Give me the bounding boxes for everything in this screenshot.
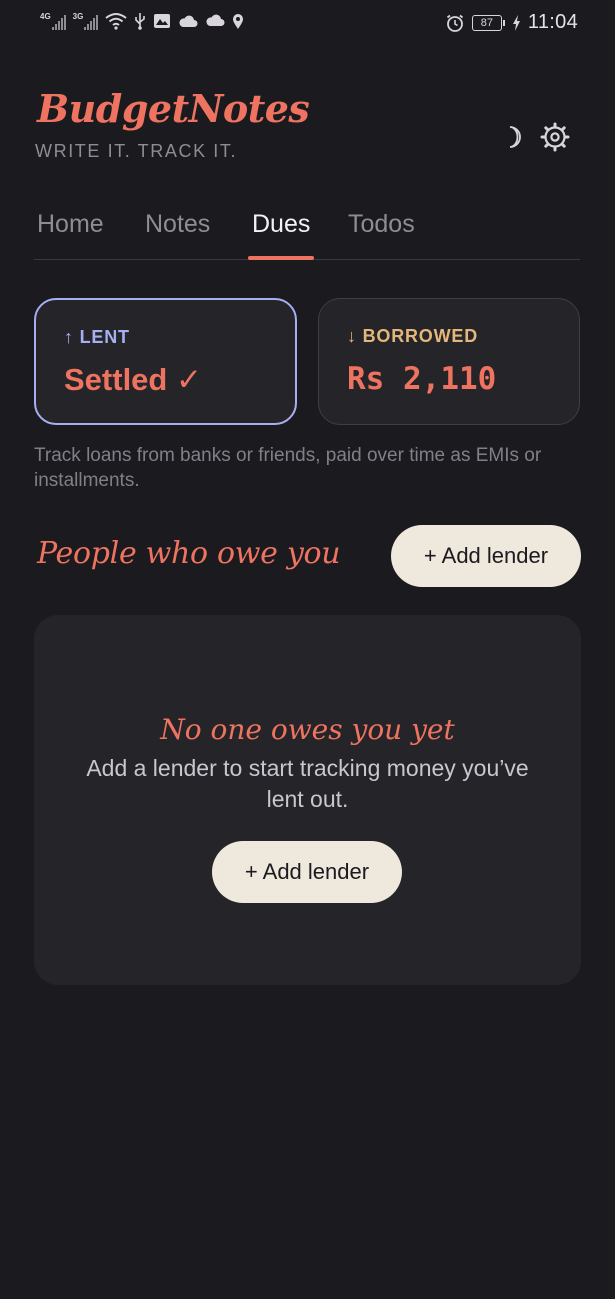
tab-notes[interactable]: Notes [145,210,210,239]
empty-state-title: No one owes you yet [160,713,455,746]
lent-summary-card[interactable]: ↑ LENT Settled ✓ [34,298,297,425]
gallery-icon [154,14,171,28]
app-title: BudgetNotes [37,86,310,131]
wifi-icon [105,13,127,30]
signal-3g-icon: 3G [72,11,99,30]
tab-home[interactable]: Home [37,210,104,239]
moon-icon [509,126,521,148]
network-type-label: 3G [72,11,84,21]
empty-state-text: Add a lender to start tracking money you… [86,755,529,812]
status-right: 87 11:04 [445,11,578,34]
signal-4g-icon: 4G [40,11,66,30]
borrowed-label: ↓ BORROWED [347,326,478,346]
tab-todos[interactable]: Todos [348,210,415,239]
add-lender-button[interactable]: + Add lender [391,525,581,587]
tab-bar: Home Notes Dues Todos [34,200,580,260]
cloud-icon [206,14,225,26]
location-icon [233,13,244,29]
borrowed-summary-card[interactable]: ↓ BORROWED Rs 2,110 [318,298,580,425]
alarm-icon [446,14,463,32]
usb-icon [135,13,146,30]
app-screen: 4G 3G 87 11:04 BudgetNotes WRITE IT. TRA… [0,0,615,1299]
empty-state-panel: No one owes you yet Add a lender to star… [34,615,581,985]
gear-icon [540,122,570,152]
tab-dues[interactable]: Dues [252,210,310,239]
lent-value: Settled ✓ [64,362,202,397]
active-tab-indicator [248,256,314,260]
borrowed-value: Rs 2,110 [347,361,497,397]
empty-state-add-lender-button[interactable]: + Add lender [212,841,402,903]
charging-icon [512,14,520,31]
cloud-icon [179,15,198,27]
settings-button[interactable] [536,118,574,156]
network-type-label: 4G [40,11,51,21]
status-left: 4G 3G [40,12,244,30]
section-title: People who owe you [37,536,341,571]
lent-label: ↑ LENT [64,327,130,347]
helper-text: Track loans from banks or friends, paid … [34,445,542,491]
battery-cap [502,19,505,26]
app-tagline: WRITE IT. TRACK IT. [35,141,238,161]
status-bar: 4G 3G 87 11:04 [0,0,615,46]
battery-indicator: 87 [471,14,502,31]
clock: 11:04 [527,11,578,33]
theme-toggle-button[interactable] [489,118,527,156]
